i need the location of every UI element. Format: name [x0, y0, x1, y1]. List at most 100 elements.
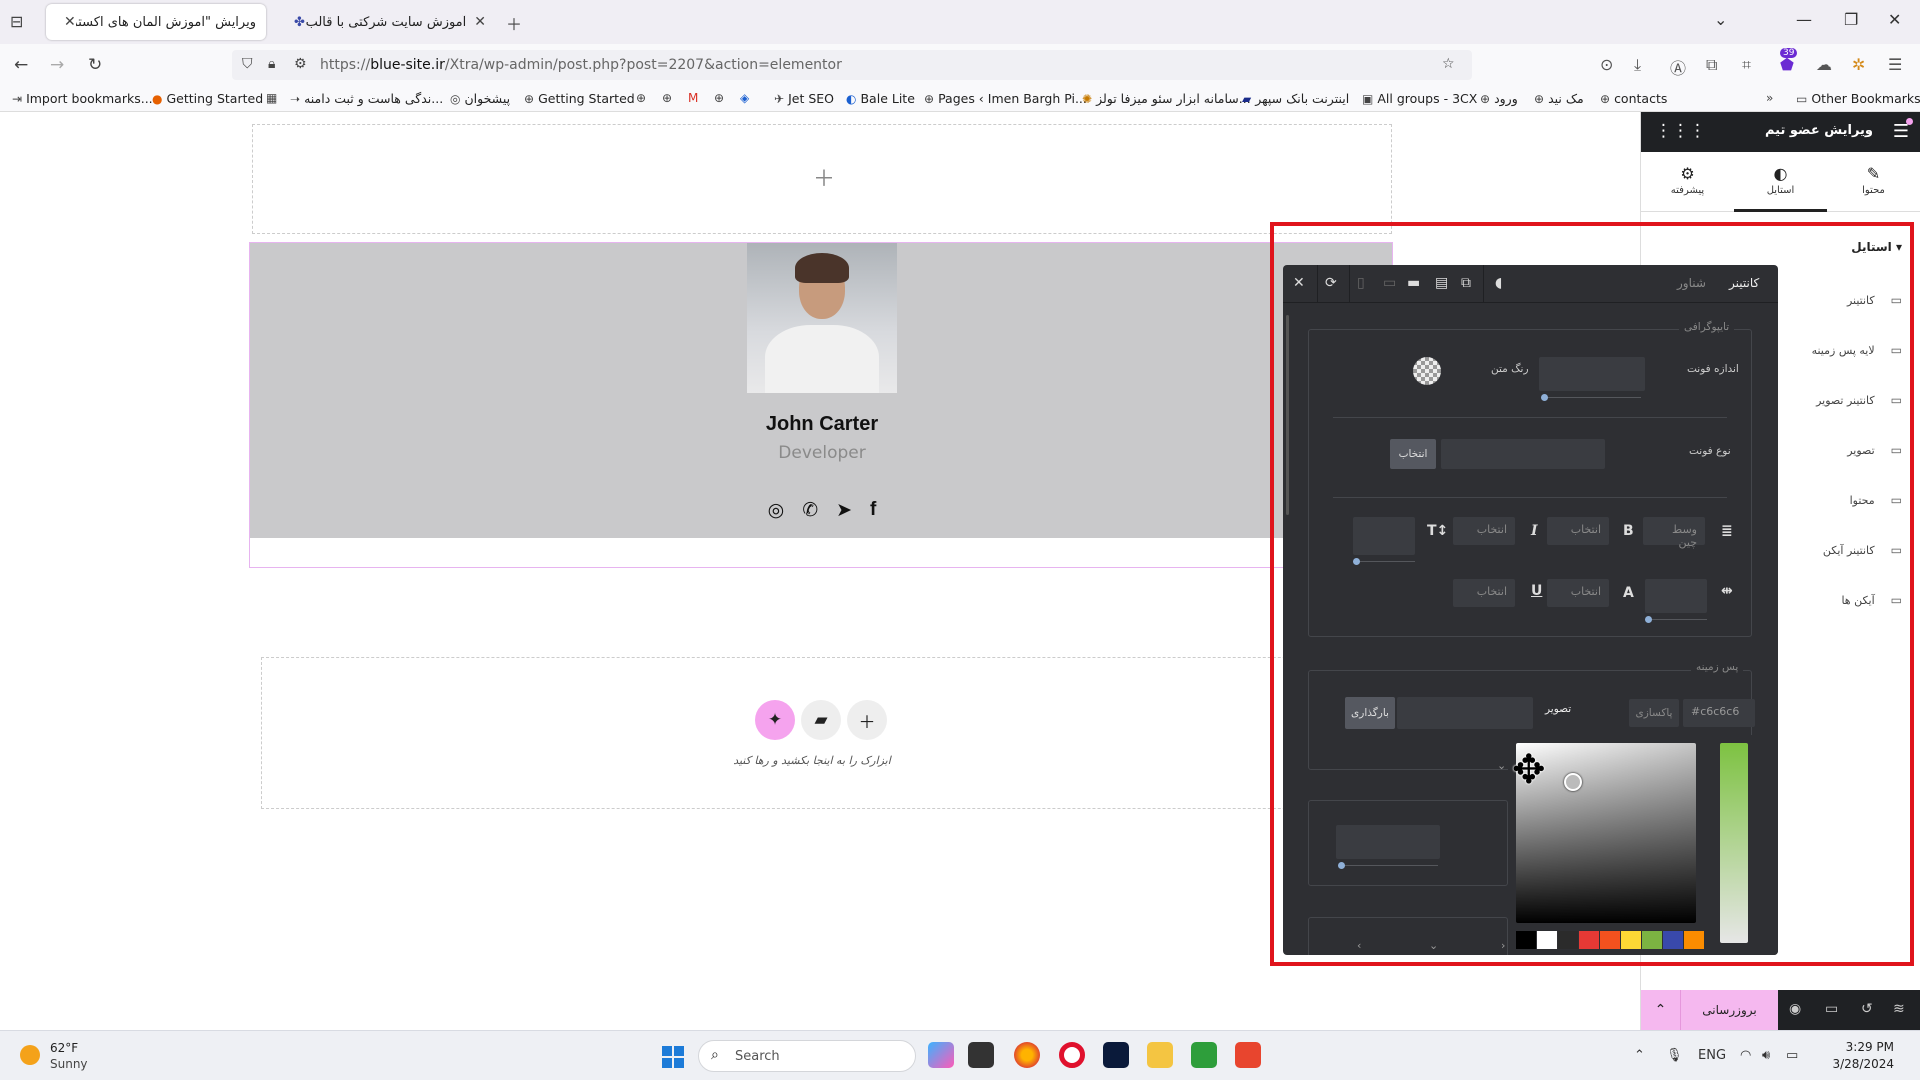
tab-container[interactable]: کانتینر	[1729, 276, 1759, 290]
bookmark-star-icon[interactable]: ☆	[1442, 56, 1455, 72]
paste-icon[interactable]: ▤	[1435, 275, 1448, 291]
sun-icon[interactable]	[20, 1045, 40, 1065]
tablet-icon[interactable]: ▭	[1383, 275, 1396, 291]
firefox-app-icon[interactable]	[1014, 1042, 1040, 1068]
bookmark-import[interactable]: ⇥ Import bookmarks...	[12, 91, 153, 106]
tab-floating[interactable]: شناور	[1677, 276, 1706, 290]
sync-icon[interactable]: ⟳	[1325, 275, 1337, 291]
crop-icon[interactable]: ⌗	[1742, 55, 1751, 75]
chevron-right-icon[interactable]: ›	[1501, 939, 1505, 952]
close-tab-icon[interactable]: ✕	[64, 14, 76, 30]
tab-overflow-chevron-icon[interactable]: ⌄	[1714, 10, 1727, 29]
drop-zone[interactable]: ✦ ▰ ＋ ابزارک را به اینجا بکشید و رها کنی…	[261, 657, 1391, 809]
browser-tab-course[interactable]: ✤ آموزش سایت شرکتی با قالب اکسـ... ✕	[276, 4, 496, 40]
team-member-card[interactable]: John Carter Developer ◎ ✆ ➤ f	[250, 243, 1392, 538]
popup-scrollbar[interactable]	[1286, 315, 1289, 515]
other-bookmarks[interactable]: ▭ Other Bookmarks	[1796, 91, 1920, 106]
team-member-photo[interactable]	[747, 243, 897, 393]
photoshop-app-icon[interactable]	[1103, 1042, 1129, 1068]
line-height-icon[interactable]: T↕	[1427, 523, 1448, 539]
close-icon[interactable]: ✕	[1293, 275, 1305, 291]
bookmark-gmail[interactable]: M	[688, 91, 698, 105]
font-family-select[interactable]	[1441, 439, 1605, 469]
hue-slider[interactable]	[1720, 743, 1748, 943]
start-button[interactable]	[662, 1046, 684, 1068]
weather-condition[interactable]: Sunny	[50, 1057, 88, 1071]
reload-icon[interactable]: ↻	[88, 55, 102, 75]
close-window-icon[interactable]: ✕	[1888, 10, 1901, 29]
tray-chevron-icon[interactable]: ⌃	[1634, 1048, 1645, 1063]
color-hex-input[interactable]: #c6c6c6	[1683, 699, 1755, 727]
floating-style-popup[interactable]: ✕ ⟳ ▯ ▭ ▬ ▤ ⧉ ◖ شناور کانتینر تایپوگرافی…	[1283, 265, 1778, 955]
forward-icon[interactable]: →	[50, 55, 64, 75]
bookmark-maknid[interactable]: ⊕ مک نید	[1534, 91, 1584, 106]
tab-content[interactable]: ✎ محتوا	[1827, 152, 1920, 212]
recorder-app-icon[interactable]	[1235, 1042, 1261, 1068]
back-icon[interactable]: ←	[14, 55, 28, 75]
text-transform-icon[interactable]: A	[1623, 585, 1634, 601]
shield-icon[interactable]: ⛉	[242, 56, 253, 72]
bold-icon[interactable]: B	[1623, 523, 1634, 539]
toggle-icon[interactable]: ◖	[1495, 275, 1502, 291]
choose-font-button[interactable]: انتخاب	[1390, 439, 1436, 469]
color-swatch[interactable]	[1684, 931, 1704, 949]
panel-item-icons[interactable]: ▭آیکن ها	[1841, 593, 1902, 607]
panel-item-image[interactable]: ▭تصویر	[1847, 443, 1902, 457]
font-size-slider[interactable]	[1541, 394, 1641, 401]
whatsapp-icon[interactable]: ✆	[802, 499, 818, 521]
ai-sparkle-button[interactable]: ✦	[755, 700, 795, 740]
text-transform-select[interactable]: انتخاب	[1547, 579, 1609, 607]
camtasia-app-icon[interactable]	[1191, 1042, 1217, 1068]
text-decoration-select[interactable]: انتخاب	[1453, 579, 1515, 607]
account-icon[interactable]: Ⓐ	[1670, 55, 1686, 79]
bookmark-sepehr-bank[interactable]: ▰ اینترنت بانک سپهر	[1242, 91, 1349, 106]
publish-options-button[interactable]: ⌃	[1641, 990, 1681, 1030]
letter-spacing-slider[interactable]	[1645, 616, 1707, 623]
bookmark-dashboard[interactable]: ◎ پیشخوان	[450, 91, 510, 106]
file-explorer-black-icon[interactable]	[968, 1042, 994, 1068]
empty-section-top[interactable]: ＋	[252, 124, 1392, 234]
color-swatch[interactable]	[1621, 931, 1641, 949]
add-section-button[interactable]: ＋	[847, 700, 887, 740]
tab-advanced[interactable]: ⚙ پیشرفته	[1641, 152, 1734, 212]
spacing-input[interactable]	[1336, 825, 1440, 859]
bookmark-pages[interactable]: ⊕ Pages ‹ Imen Bargh Pi...	[924, 91, 1087, 106]
clear-color-button[interactable]: پاکسازی	[1629, 699, 1679, 727]
lock-icon[interactable]: 🔒︎	[268, 56, 275, 72]
new-tab-icon[interactable]: ＋	[506, 11, 522, 35]
bookmark-getting-started-2[interactable]: ⊕ Getting Started	[524, 91, 635, 106]
color-swatch[interactable]	[1600, 931, 1620, 949]
chevron-down-icon[interactable]: ⌄	[1497, 759, 1506, 772]
responsive-mode-icon[interactable]: ▭	[1825, 1001, 1838, 1017]
chevron-down-icon[interactable]: ⌄	[1429, 939, 1438, 952]
mobile-icon[interactable]: ▯	[1357, 275, 1365, 291]
bookmark-mizfa[interactable]: ✺ ...سامانه ابزار سئو میزفا تولز	[1082, 91, 1251, 106]
bookmark-globe-2[interactable]: ⊕	[662, 91, 672, 105]
browser-tab-editor[interactable]: ✕ ویرایش "آموزش المان های اکسترا – ...	[46, 4, 266, 40]
color-swatch[interactable]	[1579, 931, 1599, 949]
bookmark-jet-seo[interactable]: ✈ Jet SEO	[774, 91, 834, 106]
downloads-icon[interactable]: ⤓	[1634, 55, 1641, 75]
language-indicator[interactable]: ENG	[1698, 1048, 1726, 1063]
extensions-icon[interactable]: ⧉	[1706, 55, 1717, 75]
bookmark-bale-lite[interactable]: ◐ Bale Lite	[846, 91, 915, 106]
italic-icon[interactable]: I	[1531, 523, 1538, 539]
vpn-icon[interactable]: ☁	[1816, 55, 1832, 74]
instagram-icon[interactable]: ◎	[768, 499, 785, 521]
desktop-icon[interactable]: ▬	[1407, 275, 1420, 291]
bookmark-globe-3[interactable]: ⊕	[714, 91, 724, 105]
copilot-app-icon[interactable]	[928, 1042, 954, 1068]
weather-temperature[interactable]: 62°F	[50, 1041, 78, 1055]
widgets-grid-icon[interactable]: ⋮⋮⋮	[1655, 121, 1706, 141]
panel-item-icon-container[interactable]: ▭کانتینر آیکن	[1823, 543, 1902, 557]
minimize-icon[interactable]: —	[1796, 10, 1812, 29]
microphone-icon[interactable]: 🎙︎	[1666, 1048, 1683, 1063]
align-icon[interactable]: ≣	[1721, 523, 1733, 539]
restore-icon[interactable]: ❐	[1844, 10, 1858, 29]
image-url-input[interactable]	[1397, 697, 1533, 729]
taskbar-search[interactable]: ⌕ Search	[698, 1040, 916, 1072]
template-library-button[interactable]: ▰	[801, 700, 841, 740]
clock-date[interactable]: 3/28/2024	[1820, 1057, 1894, 1071]
panel-item-content[interactable]: ▭محتوا	[1850, 493, 1902, 507]
color-swatch[interactable]	[1537, 931, 1557, 949]
